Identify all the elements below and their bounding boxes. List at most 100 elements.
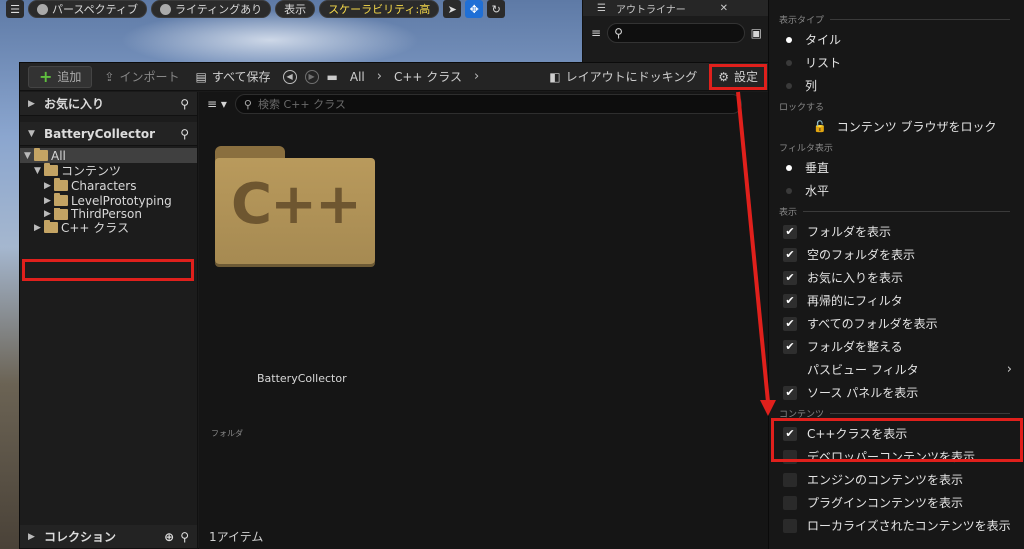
collapsed-arrow-icon[interactable]: ▶ [44,181,54,191]
radio-icon [783,36,795,43]
close-icon[interactable]: ✕ [720,3,728,14]
checkbox-unchecked-icon[interactable] [783,495,797,510]
menu-item-show-folders[interactable]: ✔ フォルダを表示 [769,220,1024,243]
checkbox-checked-icon[interactable]: ✔ [783,293,797,308]
breadcrumb-cpp[interactable]: C++ クラス [390,66,466,88]
collections-header[interactable]: ▶ コレクション ⊕ ⚲ [20,525,197,549]
tree-item-content[interactable]: ▼ コンテンツ [20,163,197,178]
checkbox-unchecked-icon[interactable] [783,472,797,487]
expanded-arrow-icon[interactable]: ▼ [34,166,44,176]
checkbox-checked-icon[interactable]: ✔ [783,270,797,285]
highlight-box-cpp-folder [22,259,194,281]
checkbox-unchecked-icon[interactable] [783,518,797,533]
menu-item-show-localized-content[interactable]: ローカライズされたコンテンツを表示 [769,514,1024,537]
cpp-folder-icon: C++ [215,146,375,264]
dock-layout-button[interactable]: ◧ レイアウトにドッキング [545,66,701,88]
outliner-tab[interactable]: ☰ アウトライナー ✕ [583,0,768,16]
tree-item-characters[interactable]: ▶ Characters [20,178,197,193]
forward-icon[interactable]: ▶ [304,69,319,84]
menu-item-vertical[interactable]: 垂直 [769,156,1024,179]
menu-item-show-empty-folders[interactable]: ✔ 空のフォルダを表示 [769,243,1024,266]
viewport-menu-icon[interactable]: ☰ [6,0,24,18]
asset-filter-bar: ≡ ▾ ⚲ 検索 C++ クラス [199,92,770,116]
import-icon: ⇪ [104,69,115,84]
chevron-right-icon: › [1006,362,1012,377]
menu-item-recursive-filter[interactable]: ✔ 再帰的にフィルタ [769,289,1024,312]
menu-item-show-all-folders[interactable]: ✔ すべてのフォルダを表示 [769,312,1024,335]
asset-search-input[interactable]: ⚲ 検索 C++ クラス [234,94,742,114]
folder-icon [54,178,68,191]
plus-icon: + [39,66,53,86]
asset-view: ≡ ▾ ⚲ 検索 C++ クラス C++ BatteryCollector フォ… [199,92,770,549]
tree-item-cpp-classes[interactable]: ▶ C++ クラス [20,220,197,235]
back-icon[interactable]: ◀ [282,69,297,84]
favorites-header[interactable]: ▶ お気に入り ⚲ [20,92,197,116]
collapsed-arrow-icon: ▶ [28,98,35,109]
menu-item-show-plugin-content[interactable]: プラグインコンテンツを表示 [769,491,1024,514]
add-folder-icon[interactable]: ▣ [751,26,762,40]
menu-item-columns[interactable]: 列 [769,74,1024,97]
folder-icon [44,163,58,176]
search-icon[interactable]: ⚲ [180,530,189,544]
expanded-arrow-icon: ▼ [28,128,35,139]
import-button[interactable]: ⇪ インポート [100,66,183,88]
breadcrumb-all[interactable]: All [346,66,369,88]
search-icon[interactable]: ⚲ [180,97,189,111]
menu-item-lock-browser[interactable]: 🔓 コンテンツ ブラウザをロック [769,115,1024,138]
scalability-button[interactable]: スケーラビリティ:高 [319,0,440,18]
add-button[interactable]: + 追加 [28,65,93,88]
tree-item-levelprototyping[interactable]: ▶ LevelPrototyping [20,193,197,208]
tree-item-all[interactable]: ▼ All [20,148,197,163]
collapsed-arrow-icon[interactable]: ▶ [44,209,54,219]
filter-icon[interactable]: ≡ [591,26,601,40]
add-circle-icon[interactable]: ⊕ [164,530,174,544]
checkbox-checked-icon[interactable]: ✔ [783,224,797,239]
menu-item-path-view-filter[interactable]: パスビュー フィルタ › [769,358,1024,381]
menu-item-show-source-panel[interactable]: ✔ ソース パネルを表示 [769,381,1024,404]
folder-tile[interactable]: C++ [215,146,375,264]
content-browser: + 追加 ⇪ インポート ▤ すべて保存 ◀ ▶ ▬ All › C++ クラス… [19,62,770,549]
lighting-button[interactable]: ライティングあり [151,0,272,18]
show-button[interactable]: 表示 [275,0,316,18]
radio-icon [783,164,795,171]
viewport-toolbar: ☰ パースペクティブ ライティングあり 表示 スケーラビリティ:高 ➤ ✥ ↻ [0,0,580,18]
checkbox-checked-icon[interactable]: ✔ [783,316,797,331]
filter-icon[interactable]: ≡ ▾ [207,97,227,111]
highlight-box-show-cpp-classes [771,418,1023,462]
folder-icon[interactable]: ▬ [327,70,338,84]
search-icon: ⚲ [243,97,252,111]
rotate-mode-icon[interactable]: ↻ [487,0,506,18]
search-icon[interactable]: ⚲ [180,127,189,141]
sources-panel: ▶ お気に入り ⚲ ▼ BatteryCollector ⚲ ▼ All ▼ コンテ… [20,92,198,549]
checkbox-checked-icon[interactable]: ✔ [783,385,797,400]
item-count: 1アイテム [209,530,264,544]
folder-tree: ▼ All ▼ コンテンツ ▶ Characters ▶ LevelPrototypin… [20,146,197,235]
collapsed-arrow-icon[interactable]: ▶ [44,196,54,206]
lock-icon: 🔓 [813,120,827,133]
chevron-right-icon[interactable]: › [474,69,479,84]
menu-item-list[interactable]: リスト [769,51,1024,74]
save-all-button[interactable]: ▤ すべて保存 [192,66,275,88]
menu-item-show-engine-content[interactable]: エンジンのコンテンツを表示 [769,468,1024,491]
cpp-glyph: C++ [231,172,362,237]
collapsed-arrow-icon[interactable]: ▶ [34,223,44,233]
menu-item-tile[interactable]: タイル [769,28,1024,51]
outliner-search-input[interactable]: ⚲ [607,23,745,43]
menu-item-horizontal[interactable]: 水平 [769,179,1024,202]
perspective-button[interactable]: パースペクティブ [28,0,148,18]
settings-button[interactable]: ⚙ 設定 [709,63,767,90]
search-icon: ⚲ [614,26,623,40]
folder-icon [34,148,48,161]
checkbox-checked-icon[interactable]: ✔ [783,247,797,262]
radio-icon [783,187,795,194]
gear-icon: ⚙ [718,69,729,84]
project-header[interactable]: ▼ BatteryCollector ⚲ [20,122,197,146]
outliner-filter-bar: ≡ ⚲ ▣ [591,22,762,44]
menu-item-show-favorites[interactable]: ✔ お気に入りを表示 [769,266,1024,289]
checkbox-checked-icon[interactable]: ✔ [783,339,797,354]
expanded-arrow-icon[interactable]: ▼ [24,151,34,161]
select-mode-icon[interactable]: ➤ [443,0,462,18]
menu-section-filter-view: フィルタ表示 [779,143,833,154]
translate-mode-icon[interactable]: ✥ [465,0,484,18]
menu-item-organize-folders[interactable]: ✔ フォルダを整える [769,335,1024,358]
